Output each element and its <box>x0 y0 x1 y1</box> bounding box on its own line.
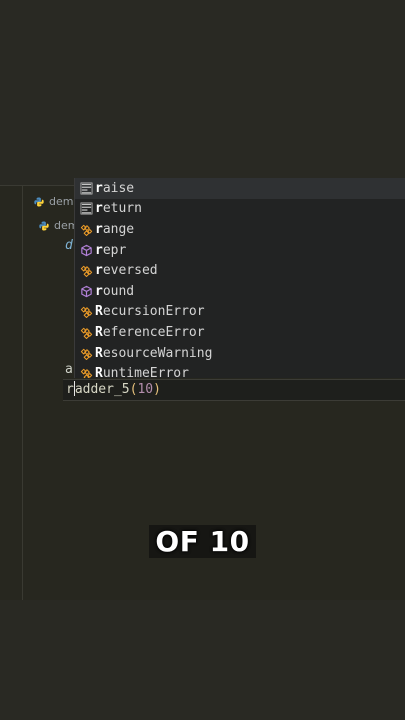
python-file-icon <box>34 197 44 206</box>
autocomplete-item-label: round <box>95 283 135 299</box>
class-icon <box>79 264 93 278</box>
autocomplete-item-label: repr <box>95 242 127 258</box>
autocomplete-item-label: range <box>95 221 135 237</box>
caption-text: OF 10 <box>149 525 256 558</box>
video-frame: demo dem d a raise return range repr reverse… <box>0 0 405 720</box>
autocomplete-item-referenceerror[interactable]: ReferenceError <box>75 322 405 343</box>
keyword-icon <box>79 202 93 216</box>
autocomplete-item-recursionerror[interactable]: RecursionError <box>75 302 405 323</box>
python-file-icon <box>39 221 49 230</box>
typed-prefix: r <box>66 382 74 397</box>
autocomplete-item-round[interactable]: round <box>75 281 405 302</box>
class-icon <box>79 222 93 236</box>
autocomplete-item-label: RuntimeError <box>95 366 189 378</box>
autocomplete-item-runtimeerror[interactable]: RuntimeError <box>75 363 405 378</box>
top-background <box>0 0 405 185</box>
autocomplete-item-label: raise <box>95 180 135 196</box>
code-line-call[interactable]: radder_5(10) <box>66 380 161 399</box>
code-keyword-def: d <box>65 238 73 253</box>
class-icon <box>79 325 93 339</box>
class-icon <box>79 367 93 378</box>
bottom-background <box>0 600 405 720</box>
autocomplete-item-repr[interactable]: repr <box>75 240 405 261</box>
caption-overlay: OF 10 <box>0 525 405 558</box>
autocomplete-item-reversed[interactable]: reversed <box>75 260 405 281</box>
autocomplete-item-range[interactable]: range <box>75 219 405 240</box>
autocomplete-item-label: ResourceWarning <box>95 345 213 361</box>
autocomplete-popup[interactable]: raise return range repr reversed round Recursi… <box>74 178 405 378</box>
autocomplete-item-label: return <box>95 201 142 217</box>
autocomplete-item-label: ReferenceError <box>95 324 205 340</box>
class-icon <box>79 305 93 319</box>
autocomplete-item-label: RecursionError <box>95 304 205 320</box>
keyword-icon <box>79 181 93 195</box>
argument-number: 10 <box>137 382 154 397</box>
autocomplete-item-return[interactable]: return <box>75 199 405 220</box>
method-cube-icon <box>79 243 93 257</box>
explorer-item-dem[interactable]: dem <box>39 219 78 232</box>
code-identifier-a: a <box>65 362 73 377</box>
autocomplete-item-resourcewarning[interactable]: ResourceWarning <box>75 343 405 364</box>
close-paren: ) <box>153 382 161 397</box>
method-cube-icon <box>79 284 93 298</box>
class-icon <box>79 346 93 360</box>
function-name: adder_5 <box>74 382 130 397</box>
autocomplete-item-raise[interactable]: raise <box>75 178 405 199</box>
autocomplete-item-label: reversed <box>95 263 158 279</box>
